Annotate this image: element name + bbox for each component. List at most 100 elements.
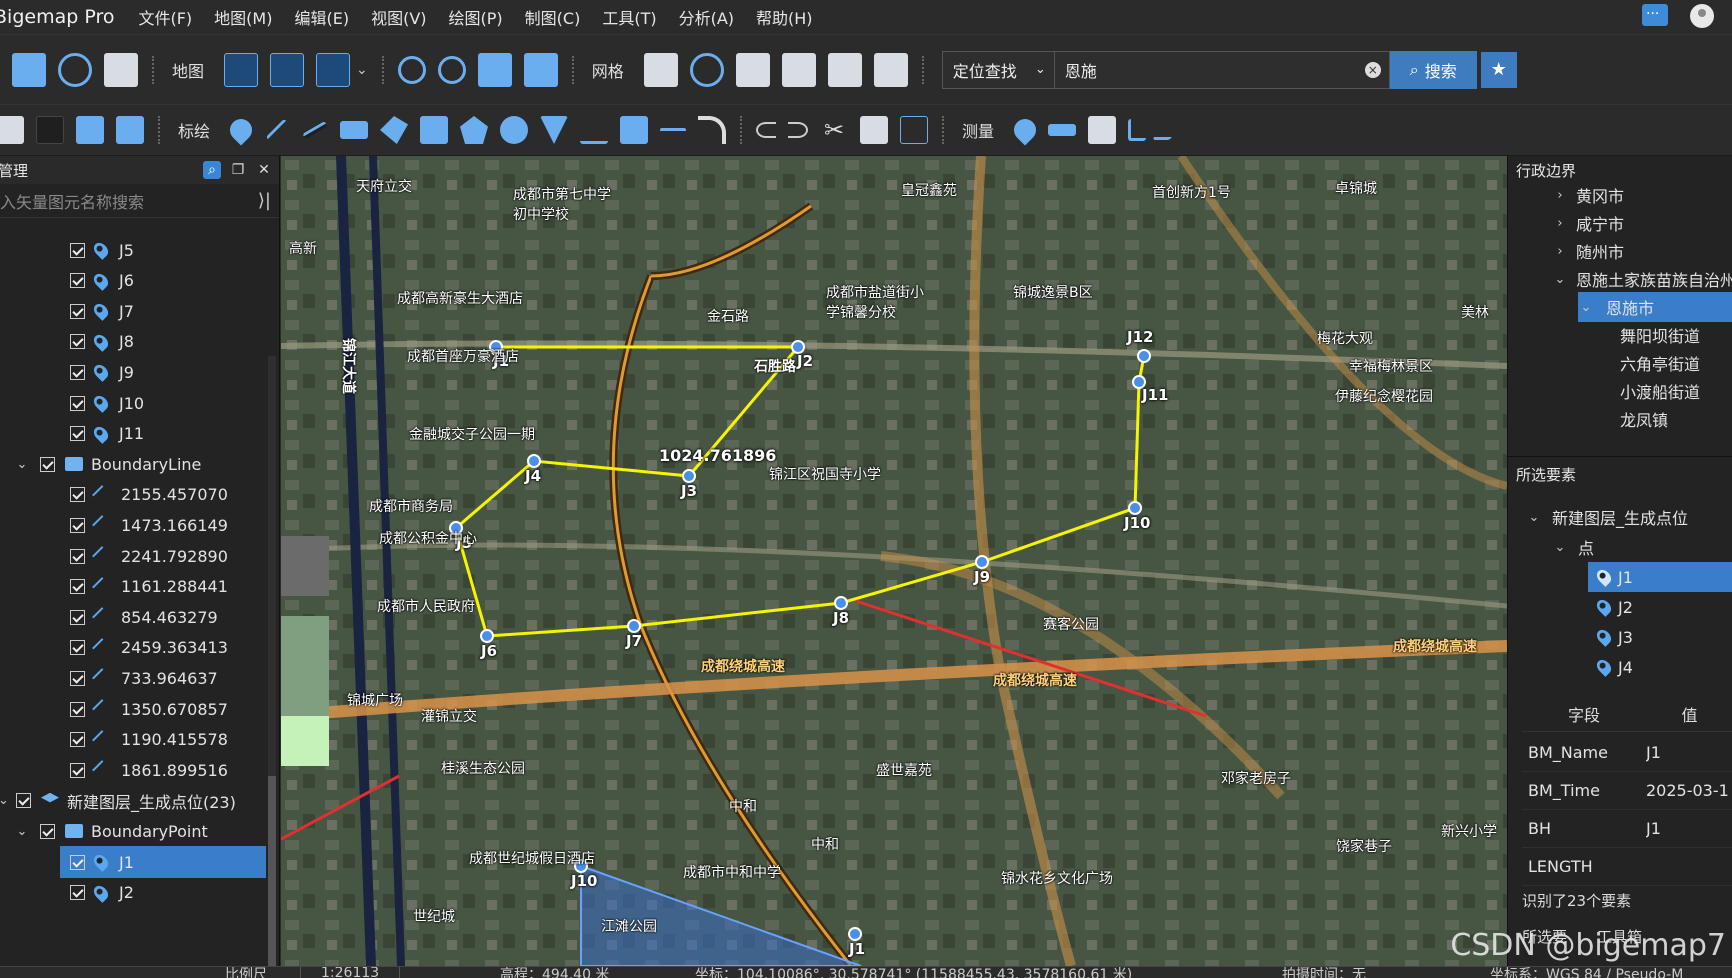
visibility-checkbox[interactable] bbox=[70, 732, 85, 748]
tree-item-point[interactable]: J2 bbox=[70, 877, 134, 909]
tree-item-point[interactable]: J6 bbox=[70, 265, 134, 297]
admin-tree-item[interactable]: 六角亭街道 bbox=[1620, 348, 1700, 378]
tree-item-line[interactable]: 2241.792890 bbox=[70, 540, 228, 572]
settings-icon[interactable] bbox=[58, 52, 92, 87]
point-j8[interactable] bbox=[834, 596, 848, 610]
undo-icon[interactable] bbox=[756, 122, 777, 138]
tree-item-group[interactable]: ⌄ BoundaryPoint bbox=[14, 815, 208, 847]
brush-icon[interactable] bbox=[873, 52, 908, 87]
admin-tree-item[interactable]: 龙凤镇 bbox=[1620, 404, 1668, 434]
visibility-checkbox[interactable] bbox=[70, 854, 85, 870]
tree-item-line[interactable]: 1350.670857 bbox=[70, 693, 228, 725]
curve-arrow-icon[interactable] bbox=[698, 116, 727, 144]
circle-icon[interactable] bbox=[500, 116, 529, 144]
tree-item-line[interactable]: 1161.288441 bbox=[70, 571, 228, 603]
visibility-checkbox[interactable] bbox=[70, 548, 85, 564]
search-button[interactable]: ⌕ 搜索 bbox=[1389, 50, 1477, 89]
message-icon[interactable] bbox=[1642, 4, 1668, 26]
chevron-down-icon[interactable]: ⌄ bbox=[1552, 272, 1568, 287]
point-j3[interactable] bbox=[682, 469, 696, 483]
select-arrow-icon[interactable] bbox=[36, 116, 64, 144]
selected-feature-item[interactable]: J3 bbox=[1594, 622, 1633, 652]
image-icon[interactable] bbox=[104, 52, 138, 87]
visibility-checkbox[interactable] bbox=[70, 426, 85, 442]
km-grid-icon[interactable] bbox=[735, 52, 770, 87]
tree-item-group[interactable]: ⌄ 新建图层_生成点位(23) bbox=[0, 785, 236, 817]
visibility-checkbox[interactable] bbox=[70, 701, 85, 717]
visibility-checkbox[interactable] bbox=[70, 273, 85, 289]
tree-item-line[interactable]: 1861.899516 bbox=[70, 754, 228, 786]
search-icon[interactable]: ⌕ bbox=[203, 161, 221, 179]
tree-item-line[interactable]: 854.463279 bbox=[70, 601, 218, 633]
visibility-checkbox[interactable] bbox=[70, 762, 85, 778]
visibility-checkbox[interactable] bbox=[70, 334, 85, 350]
selected-feature-item[interactable]: J2 bbox=[1594, 592, 1633, 622]
menu-help[interactable]: 帮助(H) bbox=[756, 5, 813, 29]
restore-window-icon[interactable]: ❐ bbox=[229, 161, 247, 179]
favorite-star-icon[interactable]: ★ bbox=[1480, 51, 1517, 88]
visibility-checkbox[interactable] bbox=[70, 609, 85, 625]
map-source-1-icon[interactable] bbox=[224, 52, 259, 87]
measure-angle-icon[interactable] bbox=[1152, 120, 1182, 140]
collapse-icon[interactable]: ⟩| bbox=[258, 190, 271, 211]
visibility-checkbox[interactable] bbox=[70, 395, 85, 411]
visibility-checkbox[interactable] bbox=[70, 579, 85, 595]
visibility-checkbox[interactable] bbox=[40, 823, 55, 839]
visibility-checkbox[interactable] bbox=[70, 517, 85, 533]
tree-item-line[interactable]: 2459.363413 bbox=[70, 632, 228, 664]
chevron-down-icon[interactable]: ⌄ bbox=[0, 793, 9, 808]
chevron-down-icon[interactable]: ⌄ bbox=[1552, 540, 1568, 555]
redo-icon[interactable] bbox=[788, 122, 809, 138]
tree-item-point[interactable]: J5 bbox=[70, 234, 134, 266]
visibility-checkbox[interactable] bbox=[70, 640, 85, 656]
zoom-out-icon[interactable] bbox=[437, 55, 466, 84]
selected-feature-item[interactable]: ⌄ 新建图层_生成点位 bbox=[1526, 502, 1688, 532]
latlng-grid-icon[interactable] bbox=[689, 52, 724, 87]
menu-file[interactable]: 文件(F) bbox=[138, 5, 192, 29]
tree-item-point[interactable]: J11 bbox=[70, 418, 144, 450]
point-j12[interactable] bbox=[1137, 349, 1151, 363]
scale-select[interactable]: 1:26113 bbox=[300, 967, 401, 978]
selected-feature-item[interactable]: ⌄ 点 bbox=[1552, 532, 1594, 562]
point-j1-b[interactable] bbox=[848, 927, 862, 941]
tree-item-point[interactable]: J7 bbox=[70, 295, 134, 327]
admin-tree-item[interactable]: 舞阳坝街道 bbox=[1620, 320, 1700, 350]
map-canvas[interactable] bbox=[281, 156, 1507, 966]
polygon-icon[interactable] bbox=[380, 116, 409, 144]
point-j9[interactable] bbox=[975, 555, 989, 569]
chevron-down-icon[interactable]: ⌄ bbox=[356, 62, 368, 78]
square-icon[interactable] bbox=[420, 116, 449, 144]
point-j6[interactable] bbox=[480, 629, 494, 643]
visibility-checkbox[interactable] bbox=[70, 364, 85, 380]
map-source-3-icon[interactable] bbox=[316, 52, 351, 87]
map-source-2-icon[interactable] bbox=[270, 52, 305, 87]
selected-feature-item[interactable]: J1 bbox=[1588, 562, 1732, 592]
visibility-checkbox[interactable] bbox=[70, 885, 85, 901]
clear-icon[interactable]: × bbox=[1364, 61, 1381, 78]
list-select-icon[interactable] bbox=[860, 116, 889, 144]
map-view[interactable]: J1 J2 J3 J4 J5 J6 J7 J8 J9 J10 J11 J12 J… bbox=[281, 156, 1507, 966]
chevron-down-icon[interactable]: ⌄ bbox=[14, 457, 30, 472]
chevron-right-icon[interactable]: › bbox=[1552, 244, 1568, 259]
element-search-bar[interactable]: 入矢量图元名称搜索 ⟩| bbox=[0, 184, 279, 218]
visibility-checkbox[interactable] bbox=[40, 456, 55, 472]
tree-item-line[interactable]: 733.964637 bbox=[70, 662, 218, 694]
scrollbar-thumb[interactable] bbox=[268, 776, 276, 976]
chevron-down-icon[interactable]: ⌄ bbox=[14, 824, 30, 839]
avatar[interactable] bbox=[1690, 4, 1714, 28]
visibility-checkbox[interactable] bbox=[16, 793, 31, 809]
admin-tree-item[interactable]: ⌄ 恩施土家族苗族自治州 bbox=[1552, 264, 1732, 294]
nm-grid-icon[interactable] bbox=[781, 52, 816, 87]
rect-select-icon[interactable] bbox=[76, 116, 104, 144]
freehand-line-icon[interactable] bbox=[302, 120, 328, 140]
text-icon[interactable] bbox=[620, 116, 649, 144]
menu-tools[interactable]: 工具(T) bbox=[602, 5, 656, 29]
list-deselect-icon[interactable] bbox=[900, 116, 929, 144]
scissors-icon[interactable]: ✂ bbox=[820, 116, 848, 144]
point-j10[interactable] bbox=[1128, 501, 1142, 515]
rectangle-icon[interactable] bbox=[340, 121, 369, 139]
tree-item-point[interactable]: J1 bbox=[60, 846, 266, 878]
chevron-down-icon[interactable]: ⌄ bbox=[1526, 510, 1542, 525]
tree-item-line[interactable]: 1473.166149 bbox=[70, 509, 228, 541]
menu-cartography[interactable]: 制图(C) bbox=[525, 5, 581, 29]
